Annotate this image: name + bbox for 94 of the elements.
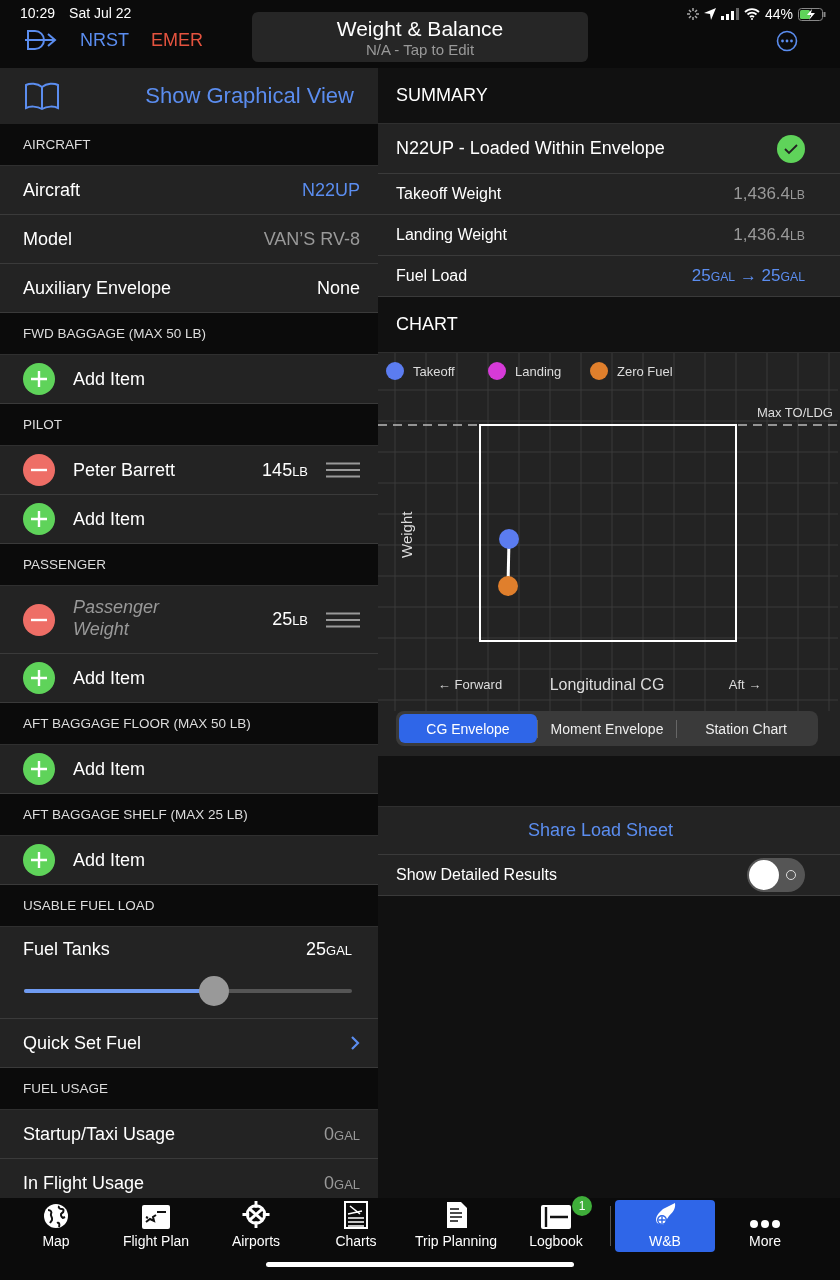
add-icon[interactable]	[23, 363, 55, 395]
section-header: USABLE FUEL LOAD	[23, 898, 155, 913]
summary-label: Takeoff Weight	[396, 185, 502, 203]
direct-to-icon[interactable]	[24, 29, 58, 51]
tab-bar-item[interactable]: Flight Plan	[106, 1200, 206, 1252]
load-status: N22UP - Loaded Within Envelope	[396, 138, 665, 159]
signal-icon	[720, 8, 739, 20]
chart-document-icon	[344, 1201, 368, 1229]
row-value[interactable]: 0GAL	[324, 1172, 360, 1194]
item-name: Peter Barrett	[73, 459, 177, 481]
add-icon[interactable]	[23, 503, 55, 535]
logbook-icon	[541, 1205, 571, 1229]
detailed-results-toggle[interactable]	[747, 858, 805, 892]
section-header: SUMMARY	[396, 85, 488, 106]
legend-label: Takeoff	[413, 364, 455, 379]
globe-icon	[43, 1203, 69, 1229]
fuel-slider[interactable]	[24, 976, 352, 1006]
aft-label: Aft →	[728, 677, 762, 692]
tab-bar-item[interactable]: W&B	[615, 1200, 715, 1252]
tab-bar-item[interactable]: Charts	[306, 1200, 406, 1252]
nearest-button[interactable]: NRST	[80, 29, 129, 51]
item-name-field[interactable]: Passenger Weight	[73, 593, 193, 646]
fuel-load-value: 25GAL → 25GAL	[691, 266, 805, 286]
chart-type-tab[interactable]: CG Envelope	[399, 714, 537, 743]
legend-label: Landing	[515, 364, 562, 379]
add-icon[interactable]	[23, 662, 55, 694]
summary-value: 1,436.4LB	[733, 225, 805, 245]
section-header: PASSENGER	[23, 557, 107, 572]
row-label: Aircraft	[23, 179, 81, 201]
window-title: Weight & Balance	[336, 16, 504, 41]
row-value[interactable]: 0GAL	[324, 1123, 360, 1145]
share-load-sheet-button[interactable]: Share Load Sheet	[527, 820, 674, 841]
section-header: AFT BAGGAGE SHELF (MAX 25 LB)	[23, 807, 248, 822]
add-icon[interactable]	[23, 753, 55, 785]
summary-value: 1,436.4LB	[733, 184, 805, 204]
drag-handle-icon[interactable]	[326, 462, 360, 478]
location-icon	[703, 8, 716, 20]
tab-bar-item[interactable]: Map	[6, 1200, 106, 1252]
takeoff-point	[499, 529, 519, 549]
tab-bar-item[interactable]: More	[715, 1200, 815, 1252]
airport-icon	[241, 1200, 271, 1229]
tab-bar-item[interactable]: Trip Planning	[406, 1200, 506, 1252]
chart-type-tab[interactable]: Moment Envelope	[538, 714, 676, 743]
item-weight: 145LB	[262, 459, 308, 481]
chevron-right-icon[interactable]	[350, 1035, 360, 1051]
flight-plan-icon	[142, 1205, 170, 1229]
row-label: Model	[23, 228, 74, 250]
window-subtitle: N/A - Tap to Edit	[365, 40, 475, 58]
legend-label: Zero Fuel	[617, 364, 673, 379]
row-value: VAN’S RV-8	[263, 228, 360, 250]
row-label: Fuel Tanks	[23, 939, 111, 960]
more-icon[interactable]	[776, 30, 798, 52]
section-header: PILOT	[23, 417, 62, 432]
battery-icon	[798, 7, 826, 21]
section-header: CHART	[396, 314, 458, 335]
forward-label: ← Forward	[437, 677, 503, 692]
toggle-label: Show Detailed Results	[396, 866, 557, 884]
row-value[interactable]: N22UP	[301, 179, 360, 201]
section-header: FUEL USAGE	[23, 1081, 109, 1096]
tab-bar-item[interactable]: Airports	[206, 1200, 306, 1252]
quick-set-fuel-item[interactable]: Quick Set Fuel	[23, 1032, 332, 1054]
section-header: AIRCRAFT	[23, 137, 91, 152]
section-header: AFT BAGGAGE FLOOR (MAX 50 LB)	[23, 716, 251, 731]
row-label: In Flight Usage	[23, 1172, 146, 1194]
x-axis-label: Longitudinal CG	[549, 676, 665, 693]
status-date: Sat Jul 22	[69, 5, 132, 21]
summary-label: Fuel Load	[396, 267, 468, 285]
row-value: None	[316, 277, 360, 299]
activity-icon	[686, 8, 699, 20]
book-icon[interactable]	[24, 82, 60, 110]
battery-percent: 44%	[764, 6, 793, 22]
fuel-amount: 25GAL	[306, 939, 352, 960]
document-icon	[444, 1201, 468, 1229]
wifi-icon	[743, 8, 760, 20]
section-header: FWD BAGGAGE (MAX 50 LB)	[23, 326, 207, 341]
more-dots-icon	[750, 1219, 780, 1229]
zero-fuel-point	[498, 576, 518, 596]
notification-badge: 1	[572, 1196, 592, 1216]
remove-icon[interactable]	[23, 454, 55, 486]
chart-type-tab[interactable]: Station Chart	[677, 714, 815, 743]
title-box[interactable]: Weight & Balance N/A - Tap to Edit	[252, 12, 588, 62]
emergency-button[interactable]: EMER	[151, 29, 203, 51]
status-time: 10:29	[20, 5, 56, 21]
y-axis-label: Weight	[398, 511, 415, 558]
add-icon[interactable]	[23, 844, 55, 876]
drag-handle-icon[interactable]	[326, 611, 360, 628]
row-label: Startup/Taxi Usage	[23, 1123, 177, 1145]
item-weight: 25LB	[272, 609, 308, 630]
add-item-button[interactable]: Add Item	[73, 667, 360, 689]
remove-icon[interactable]	[23, 603, 55, 636]
summary-label: Landing Weight	[396, 226, 507, 244]
limit-label: Max TO/LDG	[756, 405, 833, 420]
add-item-button[interactable]: Add Item	[73, 508, 360, 530]
row-label: Auxiliary Envelope	[23, 277, 173, 299]
